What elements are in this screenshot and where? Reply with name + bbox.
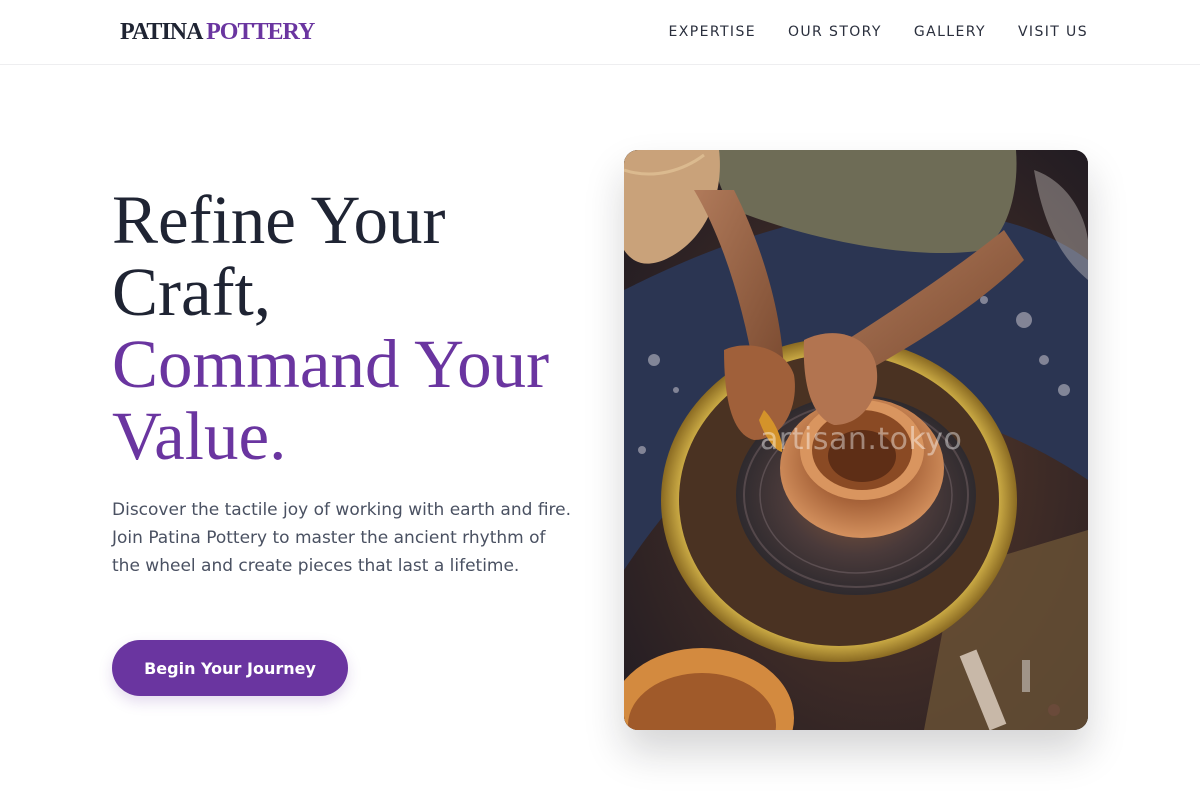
brand-name-part1: PATINA [120,19,202,45]
begin-journey-button[interactable]: Begin Your Journey [112,640,348,696]
site-header: PATINA POTTERY EXPERTISE OUR STORY GALLE… [0,0,1200,65]
headline-line-2: Craft, [112,254,272,330]
main-nav: EXPERTISE OUR STORY GALLERY VISIT US [669,22,1088,42]
hero-description: Discover the tactile joy of working with… [112,500,571,576]
nav-item-gallery[interactable]: GALLERY [914,22,986,42]
brand-logo[interactable]: PATINA POTTERY [120,18,315,46]
headline-accent-line-2: Value. [112,398,287,474]
hero-image-pottery-wheel: artisan.tokyo [624,150,1088,730]
nav-item-visit-us[interactable]: VISIT US [1018,22,1088,42]
brand-name-part2: POTTERY [206,19,315,45]
image-watermark: artisan.tokyo [760,422,963,457]
nav-item-expertise[interactable]: EXPERTISE [669,22,756,42]
hero-headline: Refine Your Craft, Command Your Value. [112,184,592,472]
nav-item-our-story[interactable]: OUR STORY [788,22,882,42]
headline-line-1: Refine Your [112,182,446,258]
headline-accent-line-1: Command Your [112,326,550,402]
